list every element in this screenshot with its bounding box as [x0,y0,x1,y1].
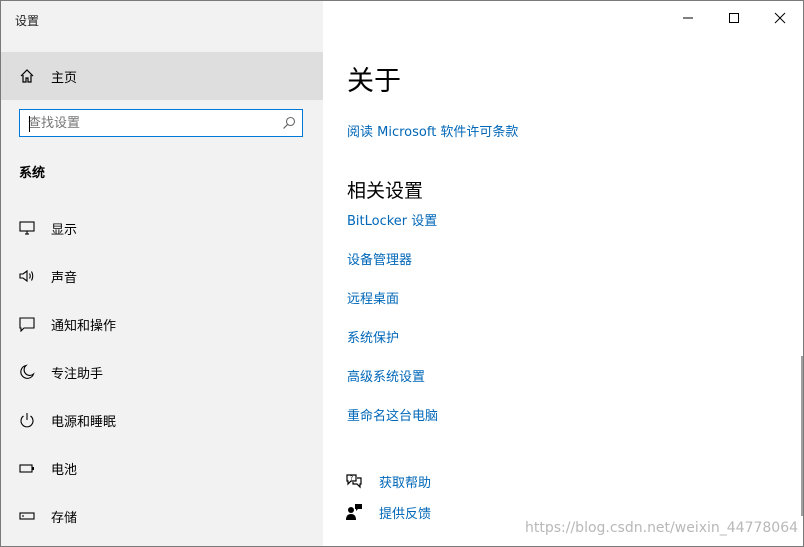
moon-icon [20,364,35,379]
window-controls [665,1,803,35]
related-settings-title: 相关设置 [347,180,424,202]
search-icon[interactable] [282,116,296,130]
sidebar-item-label: 电池 [51,463,78,478]
watermark-text: https://blog.csdn.net/weixin_44778064 [525,520,799,536]
sidebar-item-label: 主页 [51,71,78,86]
scrollbar[interactable] [801,356,803,516]
notification-icon [19,317,35,332]
advanced-system-settings-link[interactable]: 高级系统设置 [347,366,425,385]
remote-desktop-link[interactable]: 远程桌面 [347,288,399,307]
sidebar: 设置 主页 系统 显示 [1,1,323,546]
license-link[interactable]: 阅读 Microsoft 软件许可条款 [347,121,518,140]
bitlocker-settings-link[interactable]: BitLocker 设置 [347,210,437,229]
feedback-icon [346,504,362,520]
page-title: 关于 [347,66,401,97]
sidebar-item-label: 专注助手 [51,367,104,382]
search-input[interactable] [28,114,278,132]
minimize-button[interactable] [665,1,711,35]
section-header-system: 系统 [19,166,46,181]
sidebar-item-storage[interactable]: 存储 [1,496,323,536]
help-chat-icon: ? [346,474,362,489]
app-title: 设置 [15,14,40,28]
sidebar-item-label: 电源和睡眠 [51,415,117,430]
sidebar-item-battery[interactable]: 电池 [1,448,323,488]
text-caret [29,116,30,132]
sidebar-item-home[interactable]: 主页 [1,52,323,100]
battery-icon [19,464,34,473]
minimize-icon [683,17,693,19]
give-feedback-label: 提供反馈 [379,507,432,522]
home-icon [20,69,34,83]
settings-window: 设置 主页 系统 显示 [0,0,804,547]
sidebar-item-display[interactable]: 显示 [1,208,323,248]
svg-text:?: ? [350,475,353,482]
maximize-button[interactable] [711,1,757,35]
search-box[interactable] [19,109,303,137]
sidebar-item-label: 显示 [51,223,78,238]
storage-icon [19,512,35,520]
maximize-icon [729,13,739,23]
sidebar-item-label: 通知和操作 [51,319,117,334]
sidebar-item-sound[interactable]: 声音 [1,256,323,296]
device-manager-link[interactable]: 设备管理器 [347,249,412,268]
sidebar-item-label: 存储 [51,511,78,526]
rename-pc-link[interactable]: 重命名这台电脑 [347,405,438,424]
display-icon [19,221,35,235]
sidebar-item-label: 声音 [51,271,78,286]
power-icon [20,413,34,428]
system-protection-link[interactable]: 系统保护 [347,327,399,346]
get-help-label: 获取帮助 [379,476,432,491]
sidebar-item-power-sleep[interactable]: 电源和睡眠 [1,400,323,440]
sound-icon [19,269,34,283]
sidebar-item-notifications[interactable]: 通知和操作 [1,304,323,344]
sidebar-item-focus-assist[interactable]: 专注助手 [1,352,323,392]
close-button[interactable] [757,1,803,35]
close-icon [774,12,786,24]
main-content: 关于 阅读 Microsoft 软件许可条款 相关设置 BitLocker 设置… [323,1,803,546]
